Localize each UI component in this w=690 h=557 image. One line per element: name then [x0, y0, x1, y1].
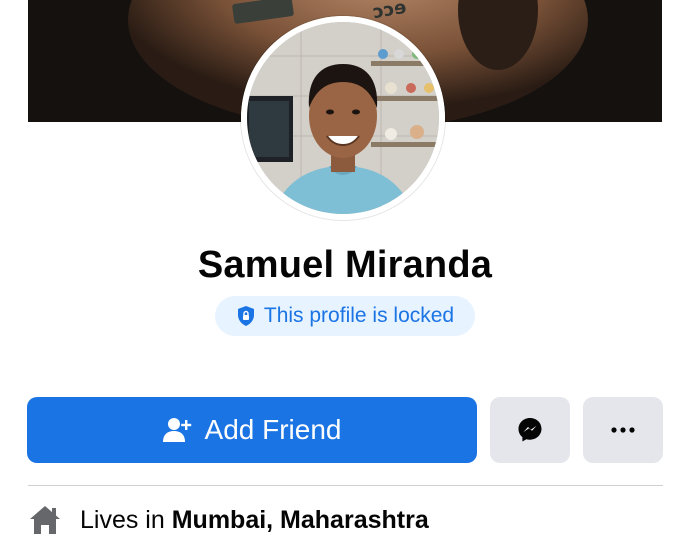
section-divider	[28, 485, 663, 486]
message-button[interactable]	[490, 397, 570, 463]
profile-name: Samuel Miranda	[197, 244, 493, 286]
home-icon	[28, 504, 62, 536]
shield-icon	[236, 305, 256, 327]
add-friend-button[interactable]: Add Friend	[27, 397, 477, 463]
lives-in-text: Lives in Mumbai, Maharashtra	[80, 506, 429, 535]
profile-locked-badge[interactable]: This profile is locked	[215, 296, 475, 336]
lives-in-prefix: Lives in	[80, 505, 165, 534]
more-options-icon	[611, 427, 635, 433]
intro-lives-in: Lives in Mumbai, Maharashtra	[28, 504, 429, 536]
profile-locked-text: This profile is locked	[263, 304, 455, 327]
more-options-button[interactable]	[583, 397, 663, 463]
messenger-icon	[516, 416, 544, 444]
lives-in-location[interactable]: Mumbai, Maharashtra	[172, 506, 429, 534]
profile-avatar[interactable]	[241, 16, 445, 220]
add-friend-icon	[162, 416, 193, 444]
profile-page: ɔɔɘ Samuel Miranda This profile is locke…	[0, 0, 690, 557]
add-friend-label: Add Friend	[204, 414, 342, 445]
